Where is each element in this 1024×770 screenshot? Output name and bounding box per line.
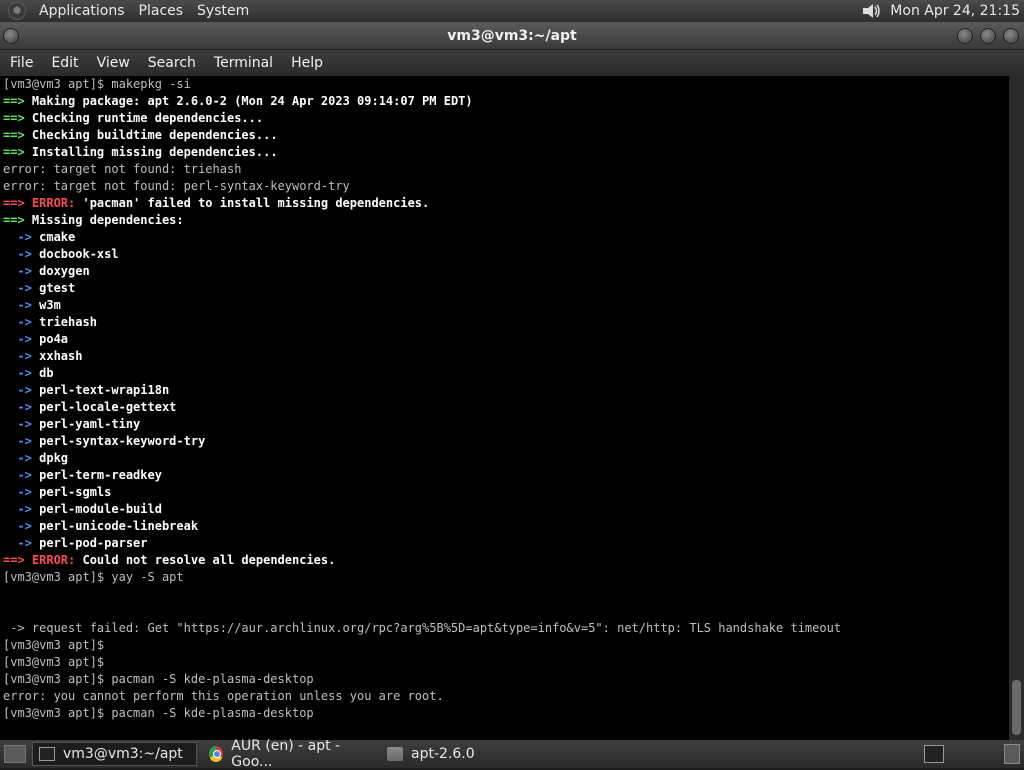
terminal-line: -> perl-text-wrapi18n [3, 383, 170, 397]
terminal-line: -> perl-module-build [3, 502, 162, 516]
scrollbar-thumb[interactable] [1012, 680, 1021, 735]
folder-icon [387, 747, 403, 761]
terminal-line: -> perl-term-readkey [3, 468, 162, 482]
terminal-line: ==> Making package: apt 2.6.0-2 (Mon 24 … [3, 94, 473, 108]
show-desktop-icon[interactable] [4, 745, 26, 763]
chrome-icon [209, 746, 224, 762]
menu-search[interactable]: Search [139, 55, 205, 71]
terminal-line: -> dpkg [3, 451, 69, 465]
terminal-line: ==> Missing dependencies: [3, 213, 184, 227]
places-menu[interactable]: Places [132, 3, 191, 19]
gnome-foot-icon[interactable] [8, 2, 26, 20]
volume-icon[interactable] [860, 1, 882, 21]
task-label: vm3@vm3:~/apt [63, 746, 183, 762]
terminal-menubar: File Edit View Search Terminal Help [0, 50, 1024, 76]
terminal-line: ==> Checking buildtime dependencies... [3, 128, 278, 142]
terminal-line: [vm3@vm3 apt]$ pacman -S kde-plasma-desk… [3, 672, 314, 686]
terminal-line: -> request failed: Get "https://aur.arch… [3, 621, 842, 635]
task-browser[interactable]: AUR (en) - apt - Goo... [203, 738, 375, 770]
terminal-line: -> po4a [3, 332, 69, 346]
terminal-line: error: target not found: perl-syntax-key… [3, 179, 350, 193]
top-panel: Applications Places System Mon Apr 24, 2… [0, 0, 1024, 22]
top-panel-tray: Mon Apr 24, 21:15 [860, 0, 1024, 22]
terminal-line: -> db [3, 366, 54, 380]
terminal-line: -> docbook-xsl [3, 247, 119, 261]
terminal-line: ==> Checking runtime dependencies... [3, 111, 264, 125]
terminal-line: [vm3@vm3 apt]$ makepkg -si [3, 77, 191, 91]
terminal-line: error: you cannot perform this operation… [3, 689, 444, 703]
terminal-line: -> w3m [3, 298, 61, 312]
terminal-line: error: target not found: triehash [3, 162, 242, 176]
terminal-line: -> cmake [3, 230, 76, 244]
terminal-line: -> perl-yaml-tiny [3, 417, 141, 431]
terminal-line: [vm3@vm3 apt]$ [3, 638, 105, 652]
terminal-line: -> perl-locale-gettext [3, 400, 177, 414]
workspace-switcher[interactable] [1004, 744, 1020, 764]
clock[interactable]: Mon Apr 24, 21:15 [890, 3, 1024, 19]
terminal-icon [39, 747, 55, 761]
minimize-icon[interactable] [957, 28, 973, 44]
bottom-taskbar: vm3@vm3:~/apt AUR (en) - apt - Goo... ap… [0, 738, 1024, 770]
terminal-line: -> perl-syntax-keyword-try [3, 434, 206, 448]
terminal-line: [vm3@vm3 apt]$ pacman -S kde-plasma-desk… [3, 706, 314, 720]
task-terminal[interactable]: vm3@vm3:~/apt [32, 742, 197, 766]
task-label: AUR (en) - apt - Goo... [231, 738, 341, 770]
terminal-scrollbar[interactable] [1009, 76, 1024, 740]
applications-menu[interactable]: Applications [32, 3, 132, 19]
maximize-icon[interactable] [980, 28, 996, 44]
system-menu[interactable]: System [190, 3, 256, 19]
menu-view[interactable]: View [88, 55, 139, 71]
task-file-manager[interactable]: apt-2.6.0 [381, 742, 481, 766]
terminal-line: -> perl-sgmls [3, 485, 112, 499]
taskbar-right [924, 744, 1024, 764]
terminal-line: [vm3@vm3 apt]$ yay -S apt [3, 570, 184, 584]
window-title: vm3@vm3:~/apt [447, 27, 577, 44]
terminal-line: [vm3@vm3 apt]$ [3, 655, 105, 669]
terminal-line: -> perl-pod-parser [3, 536, 148, 550]
terminal-line: -> perl-unicode-linebreak [3, 519, 199, 533]
terminal-line: ==> ERROR: 'pacman' failed to install mi… [3, 196, 430, 210]
menu-file[interactable]: File [0, 55, 42, 71]
terminal-output[interactable]: [vm3@vm3 apt]$ makepkg -si ==> Making pac… [0, 76, 1009, 740]
window-menu-icon[interactable] [3, 28, 19, 44]
terminal-line: -> gtest [3, 281, 76, 295]
window-titlebar[interactable]: vm3@vm3:~/apt [0, 22, 1024, 50]
terminal-line: -> xxhash [3, 349, 83, 363]
menu-terminal[interactable]: Terminal [205, 55, 282, 71]
menu-edit[interactable]: Edit [42, 55, 87, 71]
terminal-line: -> triehash [3, 315, 97, 329]
menu-help[interactable]: Help [282, 55, 332, 71]
close-icon[interactable] [1003, 28, 1019, 44]
task-label: apt-2.6.0 [411, 746, 475, 762]
terminal-line: ==> Installing missing dependencies... [3, 145, 278, 159]
terminal-line: ==> ERROR: Could not resolve all depende… [3, 553, 336, 567]
terminal-tray-icon[interactable] [924, 745, 944, 763]
terminal-line: -> doxygen [3, 264, 90, 278]
